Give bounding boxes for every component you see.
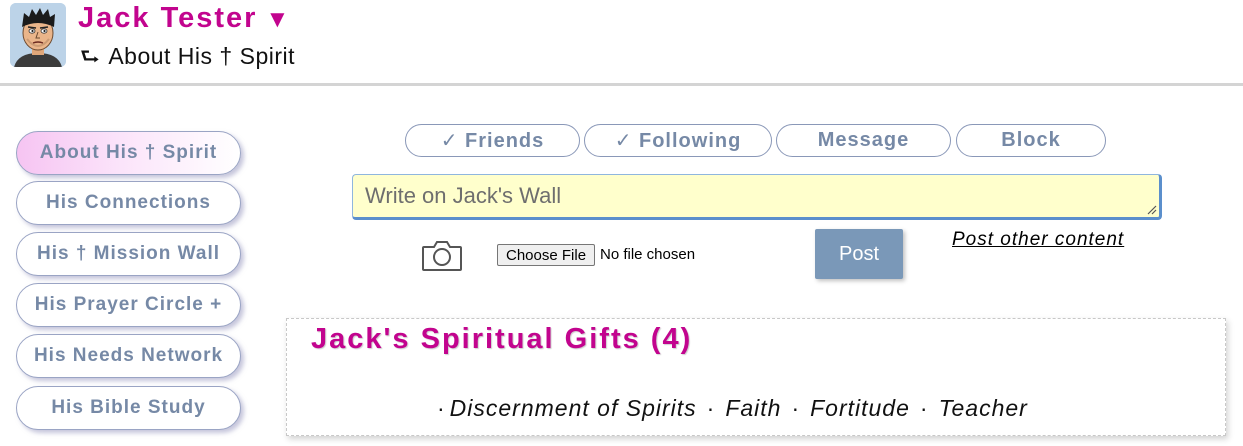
sidebar-item-needs-network[interactable]: His Needs Network (16, 334, 241, 378)
avatar[interactable] (10, 3, 66, 67)
following-button[interactable]: ✓ Following (584, 124, 772, 157)
file-status-text: No file chosen (600, 246, 696, 263)
choose-file-button[interactable]: Choose File (497, 244, 596, 266)
return-arrow-icon: ⮑ (80, 44, 101, 69)
user-name: Jack Tester (78, 2, 258, 34)
gift-item: Faith (725, 395, 782, 421)
sidebar-item-bible-study[interactable]: His Bible Study (16, 386, 241, 430)
spiritual-gifts-panel: Jack's Spiritual Gifts (4) · Discernment … (286, 318, 1226, 436)
sidebar-item-prayer-circle[interactable]: His Prayer Circle + (16, 283, 241, 327)
avatar-cartoon-face-icon (10, 3, 66, 67)
list-bullet: · (437, 395, 446, 421)
sidebar-item-about-spirit[interactable]: About His † Spirit (16, 131, 241, 175)
gift-separator: · (791, 395, 801, 421)
friends-button[interactable]: ✓ Friends (405, 124, 580, 157)
gift-separator: · (919, 395, 929, 421)
breadcrumb-current: About His † Spirit (108, 43, 296, 69)
user-name-dropdown[interactable]: Jack Tester ▼ (78, 2, 291, 35)
sidebar-item-mission-wall[interactable]: His † Mission Wall (16, 232, 241, 276)
wall-post-input[interactable] (352, 174, 1162, 220)
breadcrumb: ⮑ About His † Spirit (80, 40, 295, 78)
gift-separator: · (706, 395, 716, 421)
message-button[interactable]: Message (776, 124, 951, 157)
block-button[interactable]: Block (956, 124, 1106, 157)
camera-icon[interactable] (421, 238, 463, 272)
post-other-content-link[interactable]: Post other content (952, 229, 1124, 251)
resize-grip-icon[interactable] (1145, 203, 1157, 215)
gift-item: Teacher (938, 395, 1028, 421)
profile-header: Jack Tester ▼ ⮑ About His † Spirit (0, 0, 1243, 86)
caret-down-icon: ▼ (265, 6, 292, 33)
gift-item: Discernment of Spirits (449, 395, 697, 421)
sidebar-item-connections[interactable]: His Connections (16, 181, 241, 225)
spiritual-gifts-list: · Discernment of Spirits · Faith · Fortitude ·… (437, 395, 1028, 422)
gift-item: Fortitude (810, 395, 910, 421)
spiritual-gifts-title: Jack's Spiritual Gifts (4) (311, 323, 693, 355)
post-button[interactable]: Post (815, 229, 903, 279)
